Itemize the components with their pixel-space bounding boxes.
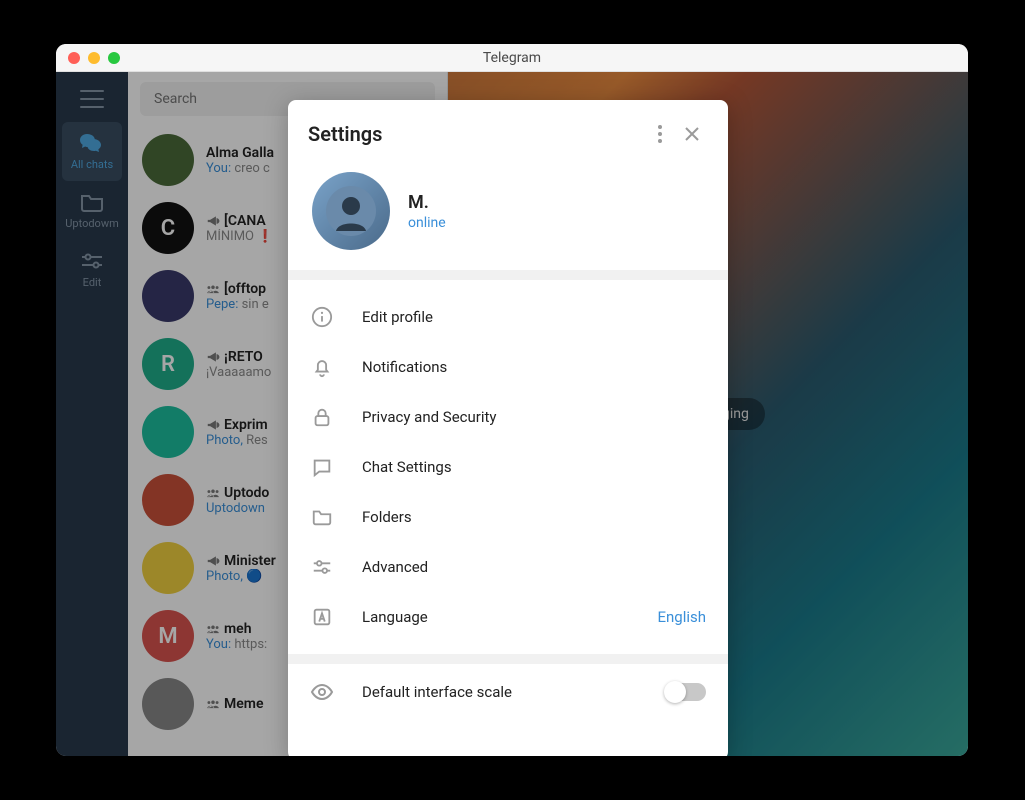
close-icon [684, 126, 700, 142]
settings-item-label: Folders [362, 508, 706, 526]
more-icon [658, 125, 662, 143]
settings-item-label: Notifications [362, 358, 706, 376]
eye-icon [310, 680, 334, 704]
scale-label: Default interface scale [362, 683, 638, 701]
settings-item-label: Privacy and Security [362, 408, 706, 426]
close-button[interactable] [676, 118, 708, 150]
settings-item-language[interactable]: Language English [288, 592, 728, 642]
titlebar: Telegram [56, 44, 968, 72]
language-icon [310, 605, 334, 629]
window-title: Telegram [56, 50, 968, 66]
info-icon [310, 305, 334, 329]
settings-item-label: Edit profile [362, 308, 706, 326]
profile-avatar [312, 172, 390, 250]
settings-item-folders[interactable]: Folders [288, 492, 728, 542]
sliders-icon [310, 555, 334, 579]
app-window: Telegram All chats Uptodowm Edit [56, 44, 968, 756]
folder-icon [310, 505, 334, 529]
more-button[interactable] [644, 118, 676, 150]
settings-modal: Settings M. online Edit profileNotific [288, 100, 728, 756]
settings-item-label: Advanced [362, 558, 706, 576]
settings-item-chat-settings[interactable]: Chat Settings [288, 442, 728, 492]
settings-menu: Edit profile Notifications Privacy and Sec… [288, 280, 728, 654]
settings-item-notifications[interactable]: Notifications [288, 342, 728, 392]
chat-icon [310, 455, 334, 479]
settings-item-value: English [657, 608, 706, 626]
separator [288, 270, 728, 280]
settings-item-privacy[interactable]: Privacy and Security [288, 392, 728, 442]
profile-name: M. [408, 192, 446, 213]
settings-title: Settings [308, 122, 644, 146]
bell-icon [310, 355, 334, 379]
settings-item-advanced[interactable]: Advanced [288, 542, 728, 592]
separator [288, 654, 728, 664]
settings-item-label: Chat Settings [362, 458, 706, 476]
settings-item-label: Language [362, 608, 629, 626]
profile-section[interactable]: M. online [288, 164, 728, 270]
scale-toggle[interactable] [666, 683, 706, 701]
settings-item-scale[interactable]: Default interface scale [288, 664, 728, 720]
settings-item-edit-profile[interactable]: Edit profile [288, 292, 728, 342]
lock-icon [310, 405, 334, 429]
settings-header: Settings [288, 100, 728, 164]
profile-status: online [408, 215, 446, 231]
